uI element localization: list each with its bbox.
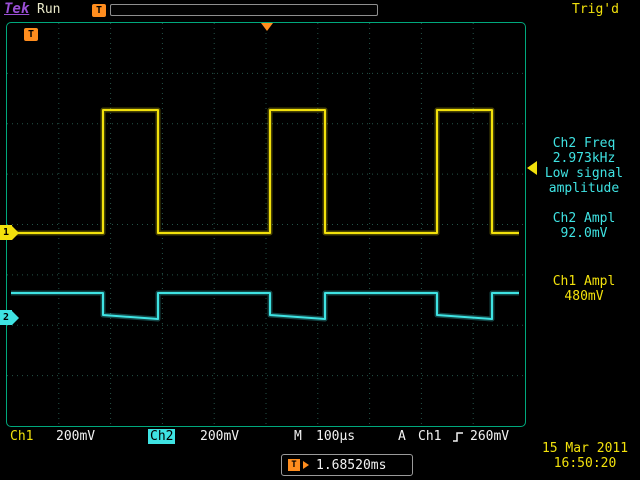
low-signal-warning-line1: Low signal xyxy=(530,166,638,181)
timebase-value: 100µs xyxy=(316,429,355,444)
ch1-ground-marker: 1 xyxy=(0,225,19,240)
ch2-label-badge: Ch2 xyxy=(148,429,175,444)
datetime-readout: 15 Mar 2011 16:50:20 xyxy=(532,441,638,471)
ch1-marker-label: 1 xyxy=(0,225,12,240)
trigger-t-icon: T xyxy=(288,459,300,471)
time-value: 16:50:20 xyxy=(532,456,638,471)
trigger-position-arrow-icon xyxy=(261,23,273,31)
ch1-ampl-label: Ch1 Ampl xyxy=(530,274,638,289)
trigger-right-arrow-icon xyxy=(303,461,309,469)
ch1-ampl-readout: Ch1 Ampl 480mV xyxy=(530,274,638,304)
acquisition-record-bar xyxy=(110,4,378,16)
rising-edge-icon xyxy=(452,431,464,443)
trigger-source-readout: Ch1 xyxy=(418,429,441,444)
ch1-marker-arrow-icon xyxy=(12,226,19,240)
ch2-freq-label: Ch2 Freq xyxy=(530,136,638,151)
ch1-trace-glow xyxy=(11,110,519,233)
trigger-mode-label: A xyxy=(398,429,406,444)
oscilloscope-display: Tek Run T Trig'd 1 2 T Ch2 Freq 2.973kHz… xyxy=(0,0,640,480)
timebase-label: M xyxy=(294,429,302,444)
ch2-freq-readout: Ch2 Freq 2.973kHz Low signal amplitude xyxy=(530,136,638,196)
ch2-ampl-readout: Ch2 Ampl 92.0mV xyxy=(530,211,638,241)
trigger-t-flag: T xyxy=(24,28,38,41)
ch2-ground-marker: 2 xyxy=(0,310,19,325)
graticule-screen xyxy=(6,22,526,427)
ch2-marker-label: 2 xyxy=(0,310,12,325)
trigger-position-readout: T 1.68520ms xyxy=(281,454,413,476)
ch1-scale-readout: 200mV xyxy=(56,429,95,444)
tek-logo: Tek xyxy=(4,1,29,17)
acquisition-status: Run xyxy=(37,2,60,17)
date-value: 15 Mar 2011 xyxy=(532,441,638,456)
ch2-trace xyxy=(11,293,519,319)
trigger-position-value: 1.68520ms xyxy=(316,458,386,473)
trigger-t-icon-top: T xyxy=(92,4,106,17)
ch1-label: Ch1 xyxy=(10,429,33,444)
ch2-ampl-label: Ch2 Ampl xyxy=(530,211,638,226)
ch2-scale-readout: 200mV xyxy=(200,429,239,444)
waveform-plot xyxy=(7,23,525,426)
ch2-ampl-value: 92.0mV xyxy=(530,226,638,241)
trigger-status: Trig'd xyxy=(572,2,619,17)
ch2-marker-arrow-icon xyxy=(12,311,19,325)
trigger-level-readout: 260mV xyxy=(470,429,509,444)
low-signal-warning-line2: amplitude xyxy=(530,181,638,196)
ch2-freq-value: 2.973kHz xyxy=(530,151,638,166)
ch1-ampl-value: 480mV xyxy=(530,289,638,304)
ch1-trace xyxy=(11,110,519,233)
